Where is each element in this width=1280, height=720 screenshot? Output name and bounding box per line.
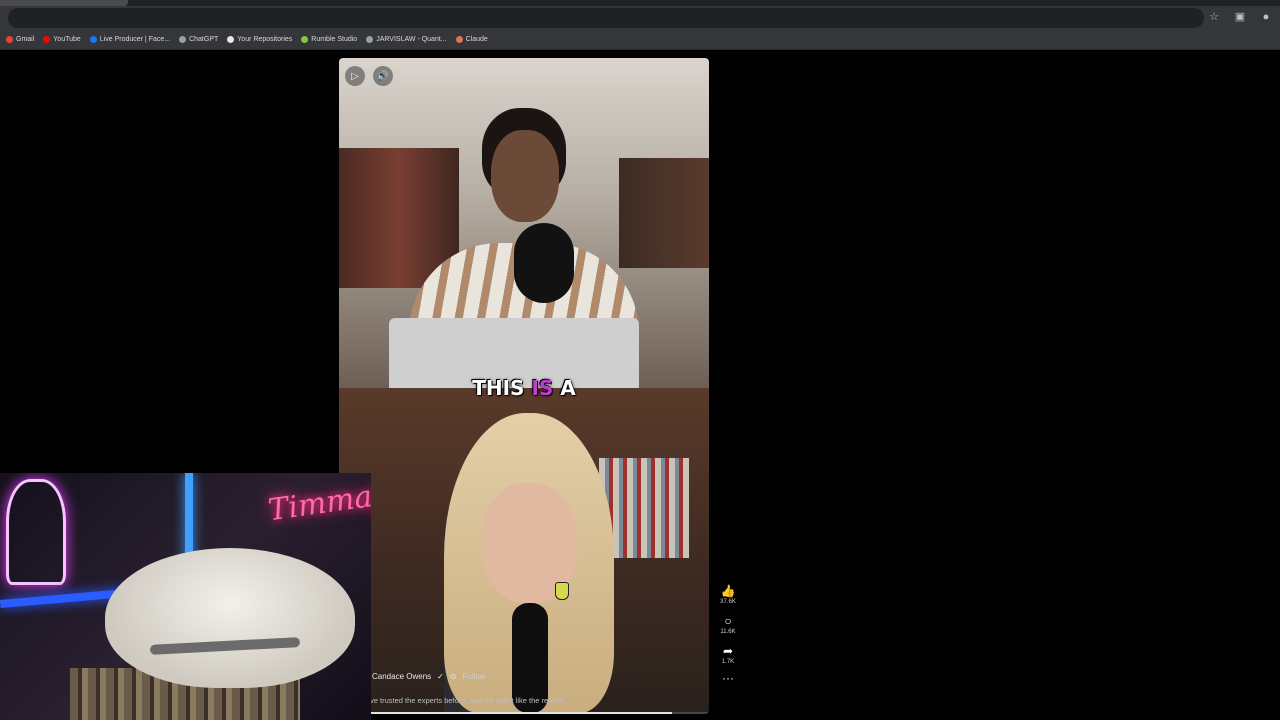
more-options-icon[interactable]: ··· [716, 672, 740, 684]
follow-button[interactable]: Follow [463, 672, 486, 681]
share-count: 1.7K [721, 659, 735, 665]
github-icon [227, 36, 235, 43]
facebook-icon [89, 36, 97, 43]
comment-button[interactable]: ○ 11.6K [716, 614, 740, 635]
bookmark-live-producer[interactable]: Live Producer | Face... [89, 36, 170, 43]
video-player[interactable]: ▷ 🔊 THIS IS A Candace Owens ✓ ⊙ Follow v… [339, 58, 709, 714]
microphone [514, 223, 574, 303]
speaker-top-face [491, 130, 559, 222]
webcam-overlay: Timmay [0, 473, 371, 720]
video-meta: Candace Owens ✓ ⊙ Follow [372, 672, 486, 681]
share-icon: ➦ [722, 644, 734, 658]
claude-icon [455, 36, 463, 43]
thumbs-up-icon: 👍 [720, 584, 736, 598]
browser-toolbar: ☆ ▣ ● [0, 0, 1280, 30]
share-button[interactable]: ➦ 1.7K [716, 644, 740, 665]
caption-highlight: IS [531, 376, 554, 400]
play-button[interactable]: ▷ [345, 66, 365, 86]
bookmark-youtube[interactable]: YouTube [43, 36, 81, 43]
address-bar[interactable] [8, 8, 1204, 28]
extension-icon[interactable]: ▣ [1234, 10, 1246, 23]
bookmarks-bar: Gmail YouTube Live Producer | Face... Ch… [0, 30, 1280, 50]
bookmark-rumble-studio[interactable]: Rumble Studio [301, 36, 357, 43]
action-rail: 👍 37.6K ○ 11.6K ➦ 1.7K ··· [716, 584, 740, 684]
speaker-bottom [414, 413, 644, 714]
gmail-icon [6, 36, 13, 43]
bookmark-claude[interactable]: Claude [455, 36, 488, 43]
cowboy-hat [105, 548, 355, 688]
profile-icon[interactable]: ● [1260, 11, 1272, 23]
bookmark-jarvislaw[interactable]: JARVISLAW - Quant... [366, 36, 447, 43]
chatgpt-icon [179, 36, 187, 43]
play-icon: ▷ [351, 70, 359, 82]
like-button[interactable]: 👍 37.6K [716, 584, 740, 605]
channel-name[interactable]: Candace Owens [372, 672, 431, 681]
volume-button[interactable]: 🔊 [373, 66, 393, 86]
bookmark-star-icon[interactable]: ☆ [1208, 10, 1220, 23]
video-progress-bar[interactable] [339, 712, 709, 714]
video-top-panel [339, 58, 709, 393]
bookmark-gmail[interactable]: Gmail [6, 36, 34, 43]
globe-icon [366, 36, 374, 43]
active-tab[interactable] [0, 0, 128, 6]
comment-count: 11.6K [720, 629, 736, 635]
video-caption: THIS IS A [472, 376, 576, 400]
bookmark-repositories[interactable]: Your Repositories [227, 36, 292, 43]
bookmark-chatgpt[interactable]: ChatGPT [179, 36, 218, 43]
like-count: 37.6K [720, 599, 736, 605]
youtube-icon [43, 36, 51, 43]
channel-settings-icon[interactable]: ⊙ [450, 672, 457, 681]
neon-sign-figure [6, 479, 66, 585]
verified-icon: ✓ [437, 672, 444, 681]
video-progress-fill [339, 712, 672, 714]
toolbar-icons: ☆ ▣ ● [1208, 10, 1272, 24]
video-bottom-panel [339, 388, 709, 714]
hand-cursor-icon [555, 582, 569, 600]
tab-strip [0, 0, 1280, 6]
rumble-icon [301, 36, 309, 43]
neon-light-strip [185, 473, 193, 563]
comment-icon: ○ [724, 614, 732, 628]
video-description: ve trusted the experts before, and we di… [370, 696, 566, 705]
speaker-icon: 🔊 [376, 70, 390, 82]
